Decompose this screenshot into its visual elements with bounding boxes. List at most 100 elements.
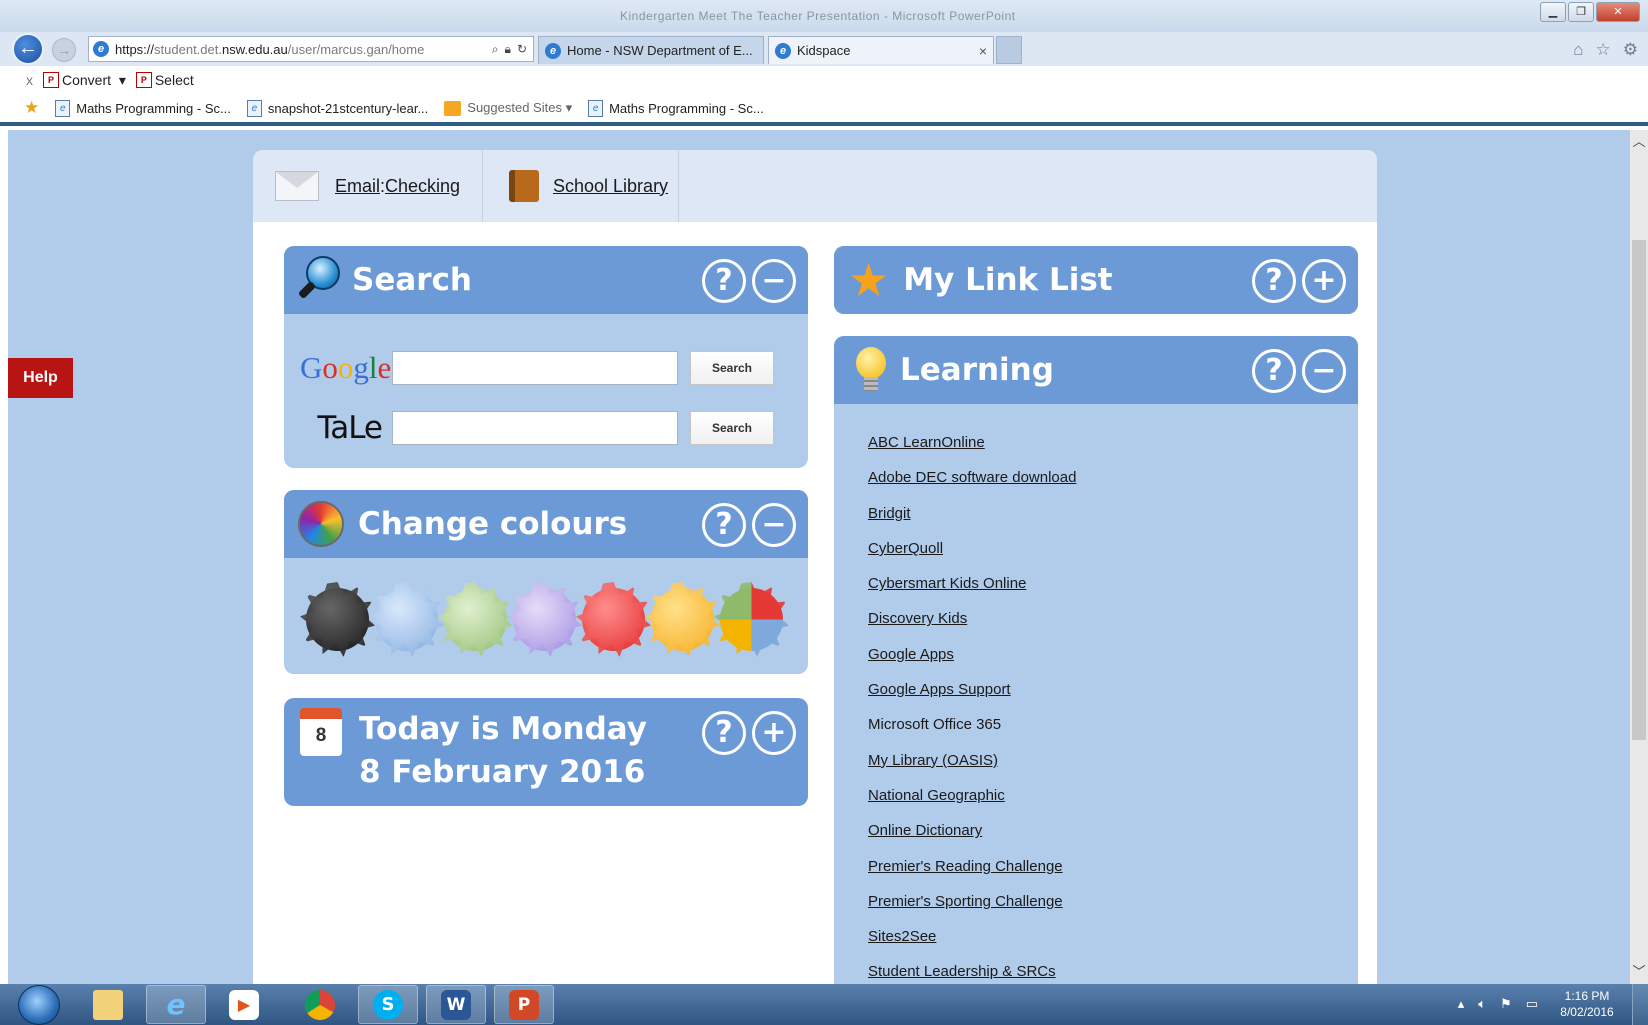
add-favorite-star-icon[interactable]: ★ bbox=[24, 98, 39, 118]
action-center-flag-icon[interactable]: ⚑ bbox=[1500, 996, 1512, 1012]
minimize-window-button[interactable]: ▁ bbox=[1540, 2, 1566, 22]
tab-kidspace[interactable]: e Kidspace × bbox=[768, 36, 994, 64]
search-icon[interactable]: ⌕ bbox=[492, 42, 499, 57]
school-library-nav-item[interactable]: School Library bbox=[509, 150, 680, 222]
search-minimize-button[interactable]: − bbox=[752, 259, 796, 303]
suggested-sites-link[interactable]: Suggested Sites ▾ bbox=[444, 100, 572, 116]
learning-link[interactable]: Student Leadership & SRCs bbox=[868, 963, 1056, 980]
forward-button[interactable]: → bbox=[52, 38, 76, 62]
home-icon[interactable]: ⌂ bbox=[1573, 40, 1583, 60]
taskbar-explorer-button[interactable] bbox=[78, 985, 138, 1024]
learning-link[interactable]: CyberQuoll bbox=[868, 540, 943, 557]
scroll-down-icon[interactable]: ﹀ bbox=[1630, 962, 1648, 982]
learning-link[interactable]: Cybersmart Kids Online bbox=[868, 575, 1026, 592]
learning-link[interactable]: National Geographic bbox=[868, 787, 1005, 804]
tale-search-input[interactable] bbox=[392, 411, 678, 445]
close-command-bar-icon[interactable]: x bbox=[26, 72, 33, 88]
taskbar-skype-button[interactable]: S bbox=[358, 985, 418, 1024]
suggested-sites-icon bbox=[444, 100, 462, 116]
favorite-link[interactable]: e snapshot-21stcentury-lear... bbox=[246, 99, 428, 117]
search-widget: Search ? − Google Search TaLe Search bbox=[284, 246, 808, 468]
page-scrollbar[interactable]: ︿ ﹀ bbox=[1630, 130, 1648, 984]
change-colours-header: Change colours ? − bbox=[284, 490, 808, 558]
purple-theme-swatch[interactable] bbox=[513, 588, 576, 651]
email-status[interactable]: Checking bbox=[385, 176, 460, 197]
learning-link[interactable]: Premier's Sporting Challenge bbox=[868, 893, 1063, 910]
list-item: Microsoft Office 365 bbox=[868, 716, 1076, 751]
list-item: ABC LearnOnline bbox=[868, 434, 1076, 469]
ie-favicon-icon: e bbox=[545, 42, 561, 59]
google-search-button[interactable]: Search bbox=[690, 351, 774, 385]
favorites-star-icon[interactable]: ☆ bbox=[1596, 40, 1611, 60]
learning-link[interactable]: Sites2See bbox=[868, 928, 936, 945]
taskbar-word-button[interactable]: W bbox=[426, 985, 486, 1024]
start-button[interactable] bbox=[18, 985, 60, 1025]
learning-link[interactable]: Online Dictionary bbox=[868, 822, 982, 839]
close-tab-icon[interactable]: × bbox=[979, 43, 987, 59]
list-item: Adobe DEC software download bbox=[868, 469, 1076, 504]
school-library-link[interactable]: School Library bbox=[553, 176, 668, 197]
google-search-input[interactable] bbox=[392, 351, 678, 385]
taskbar-powerpoint-button[interactable]: P bbox=[494, 985, 554, 1024]
learning-link[interactable]: Discovery Kids bbox=[868, 610, 967, 627]
scroll-thumb[interactable] bbox=[1632, 240, 1646, 740]
restore-window-button[interactable]: ❐ bbox=[1568, 2, 1594, 22]
tray-chevron-up-icon[interactable]: ▴ bbox=[1458, 996, 1465, 1012]
blue-theme-swatch[interactable] bbox=[375, 588, 438, 651]
show-desktop-button[interactable] bbox=[1632, 984, 1648, 1025]
help-tab-button[interactable]: Help bbox=[8, 358, 73, 398]
learning-link[interactable]: Google Apps bbox=[868, 646, 954, 663]
date-expand-button[interactable]: + bbox=[752, 711, 796, 755]
chevron-down-icon: ▾ bbox=[118, 71, 126, 88]
list-item: CyberQuoll bbox=[868, 540, 1076, 575]
tale-search-button[interactable]: Search bbox=[690, 411, 774, 445]
google-logo: Google bbox=[300, 350, 392, 385]
learning-link[interactable]: ABC LearnOnline bbox=[868, 434, 985, 451]
learning-link[interactable]: Google Apps Support bbox=[868, 681, 1011, 698]
learning-link[interactable]: My Library (OASIS) bbox=[868, 752, 998, 769]
taskbar-chrome-button[interactable] bbox=[290, 985, 350, 1024]
favorite-link[interactable]: e Maths Programming - Sc... bbox=[588, 99, 764, 117]
email-label[interactable]: Email bbox=[335, 176, 380, 197]
search-help-button[interactable]: ? bbox=[702, 259, 746, 303]
date-help-button[interactable]: ? bbox=[702, 711, 746, 755]
learning-help-button[interactable]: ? bbox=[1252, 349, 1296, 393]
address-bar[interactable]: e https://student.det.nsw.edu.au/user/ma… bbox=[88, 36, 534, 62]
learning-link[interactable]: Premier's Reading Challenge bbox=[868, 858, 1063, 875]
colours-minimize-button[interactable]: − bbox=[752, 503, 796, 547]
tab-home-nsw[interactable]: e Home - NSW Department of E... bbox=[538, 36, 764, 64]
email-nav-item[interactable]: Email: Checking bbox=[275, 150, 484, 222]
learning-link[interactable]: Microsoft Office 365 bbox=[868, 716, 1001, 733]
taskbar-ie-button[interactable]: e bbox=[146, 985, 206, 1024]
colours-help-button[interactable]: ? bbox=[702, 503, 746, 547]
network-icon[interactable]: ▭ bbox=[1526, 996, 1538, 1012]
lock-icon[interactable]: 🔒︎ bbox=[505, 42, 511, 57]
green-theme-swatch[interactable] bbox=[444, 588, 507, 651]
yellow-theme-swatch[interactable] bbox=[651, 588, 714, 651]
window-titlebar: Kindergarten Meet The Teacher Presentati… bbox=[0, 0, 1648, 32]
learning-link[interactable]: Adobe DEC software download bbox=[868, 469, 1076, 486]
new-tab-button[interactable] bbox=[996, 36, 1022, 64]
favorite-link[interactable]: e Maths Programming - Sc... bbox=[55, 99, 231, 117]
convert-button[interactable]: P Convert ▾ bbox=[43, 72, 126, 89]
taskbar-media-player-button[interactable]: ▶ bbox=[214, 985, 274, 1024]
select-button[interactable]: P Select bbox=[135, 72, 194, 88]
learning-minimize-button[interactable]: − bbox=[1302, 349, 1346, 393]
link-list-expand-button[interactable]: + bbox=[1302, 259, 1346, 303]
search-widget-title: Search bbox=[352, 262, 473, 298]
scroll-up-icon[interactable]: ︿ bbox=[1630, 132, 1648, 152]
link-list-help-button[interactable]: ? bbox=[1252, 259, 1296, 303]
black-theme-swatch[interactable] bbox=[306, 588, 369, 651]
pdf-select-icon: P bbox=[135, 72, 152, 88]
volume-icon[interactable]: 🔈︎ bbox=[1478, 996, 1486, 1012]
multicolour-theme-swatch[interactable] bbox=[720, 588, 783, 651]
refresh-icon[interactable]: ↻ bbox=[517, 42, 527, 57]
red-theme-swatch[interactable] bbox=[582, 588, 645, 651]
back-button[interactable]: ← bbox=[12, 33, 44, 65]
learning-link[interactable]: Bridgit bbox=[868, 505, 911, 522]
close-window-button[interactable]: ✕ bbox=[1596, 2, 1640, 22]
lightbulb-icon bbox=[856, 347, 886, 393]
taskbar-clock[interactable]: 1:16 PM 8/02/2016 bbox=[1552, 988, 1622, 1020]
ie-favicon-icon: e bbox=[775, 42, 791, 59]
gear-icon[interactable]: ⚙ bbox=[1623, 40, 1638, 60]
